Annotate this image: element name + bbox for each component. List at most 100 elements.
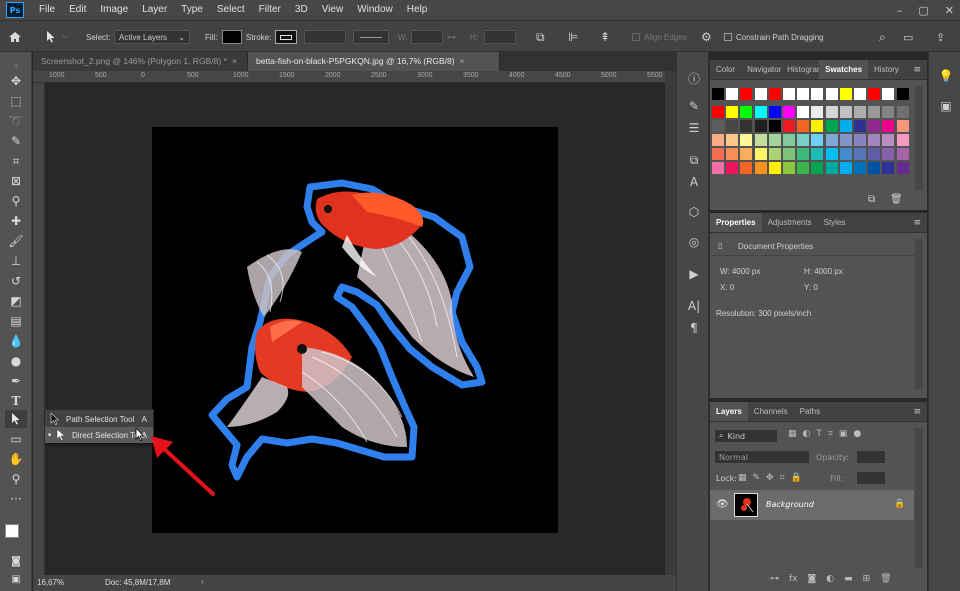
direct-selection-tool-icon[interactable]: [5, 410, 27, 428]
close-window-button[interactable]: ✕: [945, 4, 954, 17]
swatch-row1-8[interactable]: [825, 106, 838, 118]
timeline-icon[interactable]: ◎: [685, 234, 703, 250]
swatch-row2-9[interactable]: [839, 120, 852, 132]
panel-menu-icon[interactable]: ≡: [913, 60, 921, 80]
swatch-row5-0[interactable]: [712, 162, 724, 174]
swatch-row3-6[interactable]: [797, 134, 810, 146]
group-icon[interactable]: ▬: [844, 574, 853, 584]
screen-mode-icon[interactable]: ▣: [5, 570, 27, 588]
tab-screenshot[interactable]: Screenshot_2.png @ 146% (Polygon 1, RGB/…: [33, 52, 248, 71]
swatch-row3-2[interactable]: [740, 134, 753, 146]
move-tool-icon[interactable]: ✥: [5, 72, 27, 90]
learn-lightbulb-icon[interactable]: 💡: [937, 68, 955, 84]
status-menu-arrow[interactable]: ›: [201, 577, 204, 586]
y-value[interactable]: Y: 0: [804, 283, 818, 292]
adjustment-icon[interactable]: ◐: [826, 574, 834, 584]
swatch-row5-12[interactable]: [882, 162, 895, 174]
swatch-row5-4[interactable]: [768, 162, 781, 174]
type-tool-icon[interactable]: T: [5, 392, 27, 410]
tab-color[interactable]: Color: [710, 60, 741, 79]
menu-type[interactable]: Type: [174, 0, 210, 20]
share-icon[interactable]: ⇪: [936, 21, 945, 53]
menu-filter[interactable]: Filter: [252, 0, 288, 20]
swatch-row4-10[interactable]: [854, 148, 866, 160]
history-brush-tool-icon[interactable]: ↺: [5, 272, 27, 290]
swatch-row3-0[interactable]: [712, 134, 724, 146]
swatch-row5-3[interactable]: [754, 162, 767, 174]
swatches-scrollbar[interactable]: [915, 86, 923, 190]
swatch-row3-13[interactable]: [896, 134, 909, 146]
tab-layers[interactable]: Layers: [710, 402, 748, 421]
swatch-row0-1[interactable]: [726, 88, 739, 100]
stroke-width-field[interactable]: [304, 30, 346, 44]
character-panel-icon[interactable]: A|: [685, 298, 703, 314]
more-tools-icon[interactable]: ···: [5, 490, 27, 508]
trash-icon[interactable]: 🗑: [890, 194, 903, 205]
swatch-row3-12[interactable]: [882, 134, 895, 146]
lock-icons[interactable]: ▦✎✥⌗🔒: [738, 473, 808, 483]
swatch-row0-4[interactable]: [768, 88, 781, 100]
stroke-swatch[interactable]: [275, 30, 297, 44]
swatch-row0-6[interactable]: [797, 88, 810, 100]
swatch-row5-9[interactable]: [839, 162, 852, 174]
layer-name[interactable]: Background: [766, 500, 814, 509]
gradient-tool-icon[interactable]: ▤: [5, 312, 27, 330]
swatch-row1-13[interactable]: [896, 106, 909, 118]
swatch-row5-6[interactable]: [797, 162, 810, 174]
height-value[interactable]: H: 4000 px: [804, 267, 843, 276]
path-selection-tool-item[interactable]: Path Selection Tool A: [45, 411, 153, 427]
panel-menu-icon[interactable]: ≡: [913, 402, 921, 422]
swatch-row4-5[interactable]: [783, 148, 795, 160]
layers-scrollbar[interactable]: [915, 428, 923, 568]
blur-tool-icon[interactable]: 💧: [5, 332, 27, 350]
tab-histogram[interactable]: Histogram: [781, 60, 819, 79]
frame-tool-icon[interactable]: ⊠: [5, 172, 27, 190]
constrain-checkbox[interactable]: [724, 33, 732, 41]
adjustments-sliders-icon[interactable]: ☰: [685, 120, 703, 136]
marquee-tool-icon[interactable]: ⬚: [5, 92, 27, 110]
swatch-row1-10[interactable]: [854, 106, 866, 118]
swatch-row5-1[interactable]: [726, 162, 739, 174]
swatch-row0-12[interactable]: [882, 88, 895, 100]
tab-swatches[interactable]: Swatches: [819, 60, 869, 79]
menu-3d[interactable]: 3D: [288, 0, 315, 20]
swatch-row2-6[interactable]: [797, 120, 810, 132]
tab-navigator[interactable]: Navigator: [741, 60, 781, 79]
close-icon[interactable]: ×: [232, 56, 237, 66]
select-dropdown[interactable]: Active Layers ⌄: [114, 30, 190, 44]
tab-styles[interactable]: Styles: [818, 213, 852, 232]
swatch-row0-0[interactable]: [712, 88, 724, 100]
link-icon[interactable]: ⊶: [770, 574, 779, 584]
zoom-level[interactable]: 16,67%: [37, 578, 64, 587]
swatch-row5-2[interactable]: [740, 162, 753, 174]
fill-swatch[interactable]: [222, 30, 242, 44]
swatch-row5-11[interactable]: [868, 162, 881, 174]
properties-scrollbar[interactable]: [915, 239, 923, 389]
brush-settings-icon[interactable]: ✎: [685, 98, 703, 114]
brush-tool-icon[interactable]: 🖌: [5, 232, 27, 250]
stroke-type-dropdown[interactable]: [353, 30, 389, 44]
swatch-row0-10[interactable]: [854, 88, 866, 100]
swatch-row2-3[interactable]: [754, 120, 767, 132]
menu-view[interactable]: View: [315, 0, 351, 20]
swatch-row3-4[interactable]: [768, 134, 781, 146]
paragraph-icon[interactable]: ¶: [685, 320, 703, 336]
swatch-row2-12[interactable]: [882, 120, 895, 132]
panel-menu-icon[interactable]: ≡: [913, 213, 921, 233]
new-swatch-icon[interactable]: ⧉: [868, 194, 875, 205]
tool-preset-picker[interactable]: ⌵: [46, 21, 67, 53]
swatch-row1-0[interactable]: [712, 106, 724, 118]
search-icon[interactable]: ⌕: [879, 21, 886, 53]
swatch-row0-3[interactable]: [754, 88, 767, 100]
swatch-row2-2[interactable]: [740, 120, 753, 132]
pen-tool-icon[interactable]: ✒: [5, 372, 27, 390]
swatch-row2-5[interactable]: [783, 120, 795, 132]
swatch-row0-13[interactable]: [896, 88, 909, 100]
align-edges-checkbox[interactable]: [632, 33, 640, 41]
swatch-row1-3[interactable]: [754, 106, 767, 118]
layer-filter-icons[interactable]: ▦◐T⌗▣●: [788, 429, 867, 439]
libraries-icon[interactable]: ▣: [937, 98, 955, 114]
layer-row-background[interactable]: 👁 Background 🔒: [710, 490, 914, 520]
swatch-row1-11[interactable]: [868, 106, 881, 118]
swatch-row1-2[interactable]: [740, 106, 753, 118]
